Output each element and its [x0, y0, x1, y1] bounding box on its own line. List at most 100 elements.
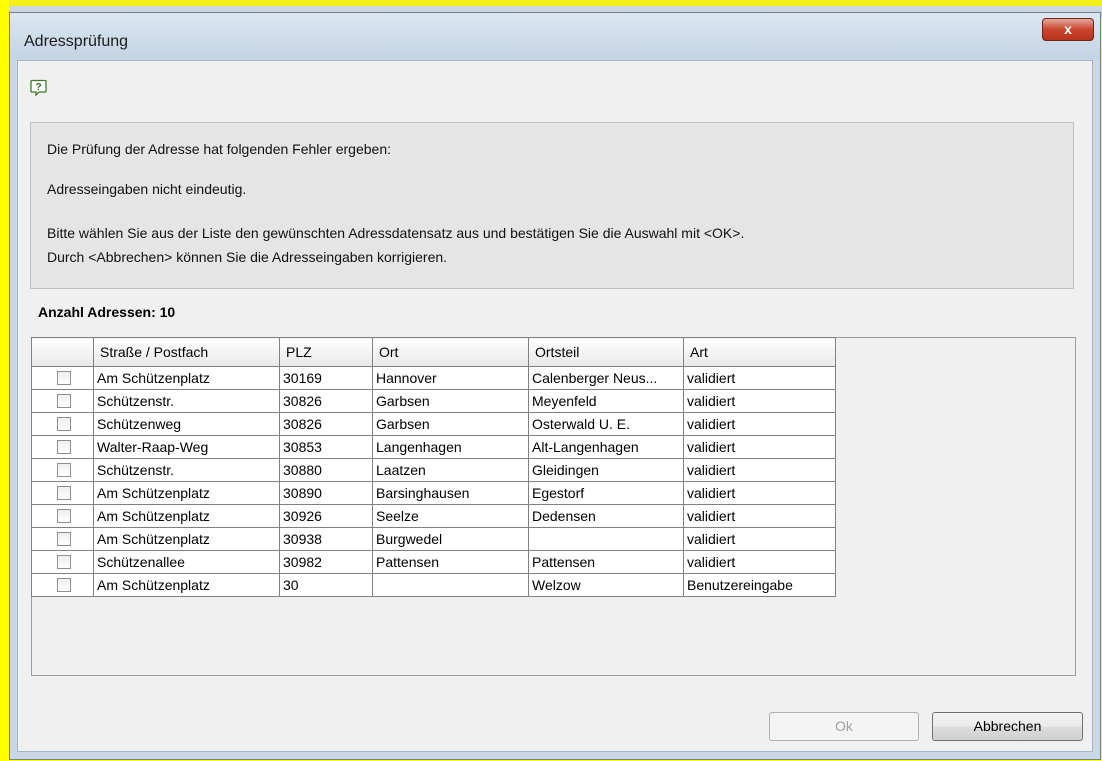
- title-bar[interactable]: Adressprüfung x: [10, 13, 1100, 59]
- cell-plz: 30982: [279, 550, 373, 574]
- row-checkbox[interactable]: [57, 394, 71, 408]
- table-row[interactable]: Walter-Raap-Weg 30853 Langenhagen Alt-Lange…: [31, 435, 836, 459]
- cell-ortsteil: [528, 527, 684, 551]
- row-select-cell: [31, 458, 94, 482]
- cell-ort: [372, 573, 529, 597]
- table-row[interactable]: Am Schützenplatz 30169 Hannover Calenberger…: [31, 366, 836, 390]
- col-header-ort[interactable]: Ort: [372, 337, 529, 367]
- cell-plz: 30890: [279, 481, 373, 505]
- row-checkbox[interactable]: [57, 371, 71, 385]
- close-icon: x: [1064, 21, 1072, 37]
- row-checkbox[interactable]: [57, 509, 71, 523]
- dialog-window: Adressprüfung x ? Die Prüfung der Adress…: [9, 12, 1101, 760]
- cell-art: validiert: [683, 550, 836, 574]
- table-row[interactable]: Schützenallee 30982 Pattensen Pattensen vali…: [31, 550, 836, 574]
- cell-plz: 30853: [279, 435, 373, 459]
- cell-ortsteil: Alt-Langenhagen: [528, 435, 684, 459]
- cell-ortsteil: Gleidingen: [528, 458, 684, 482]
- cell-plz: 30826: [279, 389, 373, 413]
- row-select-cell: [31, 550, 94, 574]
- cell-ortsteil: Calenberger Neus...: [528, 366, 684, 390]
- close-button[interactable]: x: [1042, 18, 1094, 41]
- cell-ort: Burgwedel: [372, 527, 529, 551]
- cell-strasse: Schützenstr.: [93, 458, 280, 482]
- cell-strasse: Am Schützenplatz: [93, 366, 280, 390]
- message-panel: Die Prüfung der Adresse hat folgenden Fe…: [30, 122, 1074, 289]
- cell-ortsteil: Dedensen: [528, 504, 684, 528]
- cell-strasse: Schützenweg: [93, 412, 280, 436]
- cell-ort: Garbsen: [372, 412, 529, 436]
- cancel-button[interactable]: Abbrechen: [932, 712, 1083, 741]
- row-select-cell: [31, 527, 94, 551]
- table-row[interactable]: Am Schützenplatz 30938 Burgwedel validiert: [31, 527, 836, 551]
- row-select-cell: [31, 412, 94, 436]
- cell-ort: Garbsen: [372, 389, 529, 413]
- cell-plz: 30880: [279, 458, 373, 482]
- address-count: Anzahl Adressen: 10: [38, 304, 176, 320]
- cell-ort: Barsinghausen: [372, 481, 529, 505]
- row-select-cell: [31, 435, 94, 459]
- help-question-icon: ?: [30, 79, 47, 96]
- cell-plz: 30169: [279, 366, 373, 390]
- message-error-text: Adresseingaben nicht eindeutig.: [47, 181, 247, 197]
- message-error-intro: Die Prüfung der Adresse hat folgenden Fe…: [47, 141, 392, 157]
- address-table: Straße / Postfach PLZ Ort Ortsteil Art A…: [31, 337, 836, 597]
- col-header-strasse[interactable]: Straße / Postfach: [93, 337, 280, 367]
- cell-ort: Laatzen: [372, 458, 529, 482]
- row-select-cell: [31, 389, 94, 413]
- cell-art: validiert: [683, 389, 836, 413]
- table-row[interactable]: Am Schützenplatz 30926 Seelze Dedensen valid…: [31, 504, 836, 528]
- cell-plz: 30: [279, 573, 373, 597]
- row-checkbox[interactable]: [57, 440, 71, 454]
- row-select-cell: [31, 573, 94, 597]
- table-row[interactable]: Am Schützenplatz 30 Welzow Benutzereingabe: [31, 573, 836, 597]
- svg-text:?: ?: [35, 82, 41, 93]
- table-row[interactable]: Schützenstr. 30880 Laatzen Gleidingen validi…: [31, 458, 836, 482]
- window-title: Adressprüfung: [24, 33, 129, 50]
- cell-ort: Seelze: [372, 504, 529, 528]
- cell-art: validiert: [683, 435, 836, 459]
- cell-strasse: Am Schützenplatz: [93, 527, 280, 551]
- row-checkbox[interactable]: [57, 578, 71, 592]
- message-cancel-hint: Durch <Abbrechen> können Sie die Adresse…: [47, 249, 448, 265]
- cell-art: validiert: [683, 527, 836, 551]
- cell-plz: 30926: [279, 504, 373, 528]
- cell-strasse: Schützenallee: [93, 550, 280, 574]
- cell-strasse: Walter-Raap-Weg: [93, 435, 280, 459]
- col-header-plz[interactable]: PLZ: [279, 337, 373, 367]
- col-header-ortsteil[interactable]: Ortsteil: [528, 337, 684, 367]
- ok-button[interactable]: Ok: [769, 712, 919, 741]
- cell-strasse: Am Schützenplatz: [93, 504, 280, 528]
- row-checkbox[interactable]: [57, 417, 71, 431]
- cell-art: Benutzereingabe: [683, 573, 836, 597]
- cell-ortsteil: Pattensen: [528, 550, 684, 574]
- highlight-frame-left: [0, 0, 9, 761]
- cell-art: validiert: [683, 458, 836, 482]
- cell-ortsteil: Egestorf: [528, 481, 684, 505]
- row-select-cell: [31, 504, 94, 528]
- cell-ortsteil: Osterwald U. E.: [528, 412, 684, 436]
- message-instruction: Bitte wählen Sie aus der Liste den gewün…: [47, 225, 745, 241]
- cell-art: validiert: [683, 412, 836, 436]
- col-header-select[interactable]: [31, 337, 94, 367]
- col-header-art[interactable]: Art: [683, 337, 836, 367]
- row-checkbox[interactable]: [57, 555, 71, 569]
- cell-plz: 30826: [279, 412, 373, 436]
- table-row[interactable]: Schützenweg 30826 Garbsen Osterwald U. E. va…: [31, 412, 836, 436]
- row-select-cell: [31, 366, 94, 390]
- cell-strasse: Schützenstr.: [93, 389, 280, 413]
- row-checkbox[interactable]: [57, 486, 71, 500]
- cell-art: validiert: [683, 481, 836, 505]
- address-table-container[interactable]: Straße / Postfach PLZ Ort Ortsteil Art A…: [31, 337, 1076, 676]
- cell-ort: Hannover: [372, 366, 529, 390]
- row-checkbox[interactable]: [57, 532, 71, 546]
- cell-strasse: Am Schützenplatz: [93, 481, 280, 505]
- row-checkbox[interactable]: [57, 463, 71, 477]
- table-row[interactable]: Schützenstr. 30826 Garbsen Meyenfeld validie…: [31, 389, 836, 413]
- table-row[interactable]: Am Schützenplatz 30890 Barsinghausen Egesto…: [31, 481, 836, 505]
- cell-ortsteil: Meyenfeld: [528, 389, 684, 413]
- table-header-row: Straße / Postfach PLZ Ort Ortsteil Art: [31, 337, 836, 367]
- cell-art: validiert: [683, 366, 836, 390]
- cell-ort: Pattensen: [372, 550, 529, 574]
- cell-ortsteil: Welzow: [528, 573, 684, 597]
